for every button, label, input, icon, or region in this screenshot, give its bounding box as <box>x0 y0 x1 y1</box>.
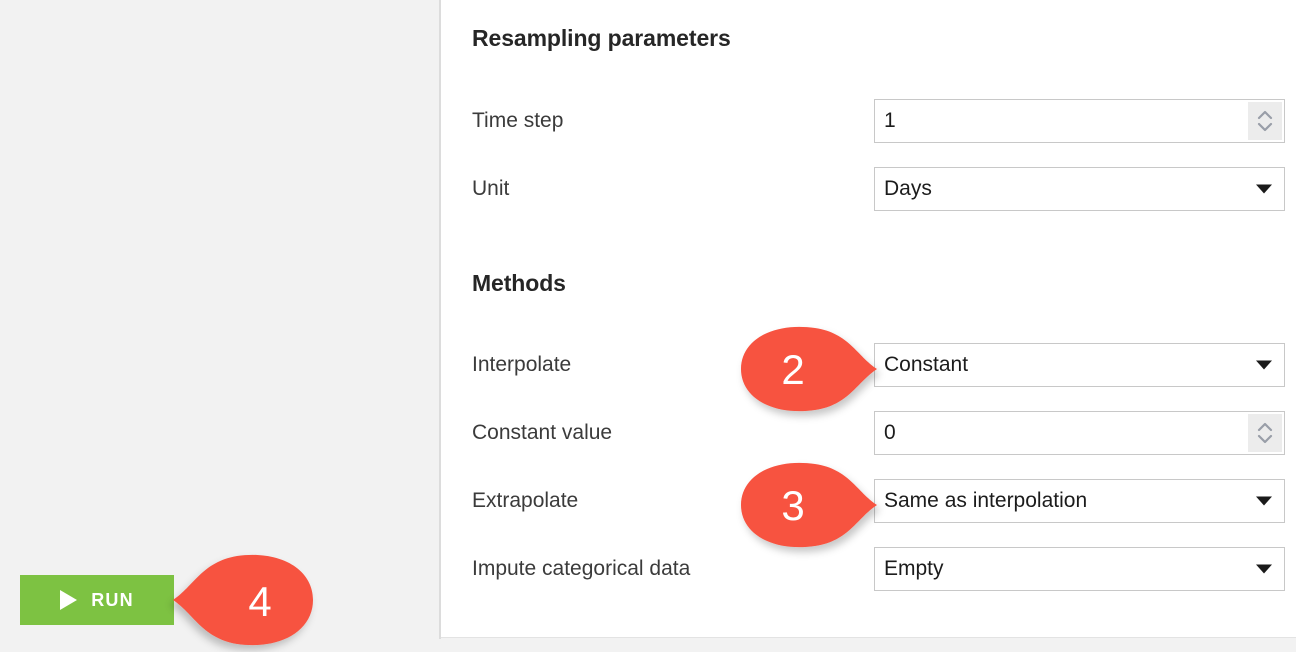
row-unit: Unit Days <box>441 167 1296 211</box>
chevron-down-icon <box>1256 361 1272 370</box>
constant-value-stepper[interactable] <box>1248 414 1282 452</box>
interpolate-dropdown[interactable]: Constant <box>874 343 1285 387</box>
unit-label: Unit <box>472 177 509 201</box>
resampling-parameters-heading: Resampling parameters <box>472 25 731 52</box>
impute-categorical-dropdown[interactable]: Empty <box>874 547 1285 591</box>
row-interpolate: Interpolate Constant <box>441 343 1296 387</box>
constant-value-label: Constant value <box>472 421 612 445</box>
extrapolate-value: Same as interpolation <box>884 489 1087 513</box>
run-button-label: RUN <box>91 590 134 611</box>
settings-panel: Resampling parameters Time step 1 Unit D… <box>441 0 1296 638</box>
time-step-input[interactable]: 1 <box>874 99 1285 143</box>
left-panel <box>0 0 441 652</box>
run-button[interactable]: RUN <box>20 575 174 625</box>
chevron-down-icon <box>1256 565 1272 574</box>
constant-value-value: 0 <box>884 421 896 445</box>
impute-categorical-label: Impute categorical data <box>472 557 690 581</box>
chevron-down-icon <box>1256 497 1272 506</box>
application-window: Resampling parameters Time step 1 Unit D… <box>0 0 1296 652</box>
spinner-chevrons-icon <box>1255 419 1275 447</box>
interpolate-label: Interpolate <box>472 353 571 377</box>
row-time-step: Time step 1 <box>441 99 1296 143</box>
extrapolate-dropdown[interactable]: Same as interpolation <box>874 479 1285 523</box>
extrapolate-label: Extrapolate <box>472 489 578 513</box>
constant-value-input[interactable]: 0 <box>874 411 1285 455</box>
play-icon <box>60 590 77 610</box>
unit-dropdown[interactable]: Days <box>874 167 1285 211</box>
chevron-down-icon <box>1256 185 1272 194</box>
time-step-value: 1 <box>884 109 896 133</box>
row-impute-categorical: Impute categorical data Empty <box>441 547 1296 591</box>
methods-heading: Methods <box>472 270 566 297</box>
unit-value: Days <box>884 177 932 201</box>
interpolate-value: Constant <box>884 353 968 377</box>
impute-categorical-value: Empty <box>884 557 944 581</box>
row-extrapolate: Extrapolate Same as interpolation <box>441 479 1296 523</box>
row-constant-value: Constant value 0 <box>441 411 1296 455</box>
spinner-chevrons-icon <box>1255 107 1275 135</box>
time-step-label: Time step <box>472 109 563 133</box>
time-step-stepper[interactable] <box>1248 102 1282 140</box>
